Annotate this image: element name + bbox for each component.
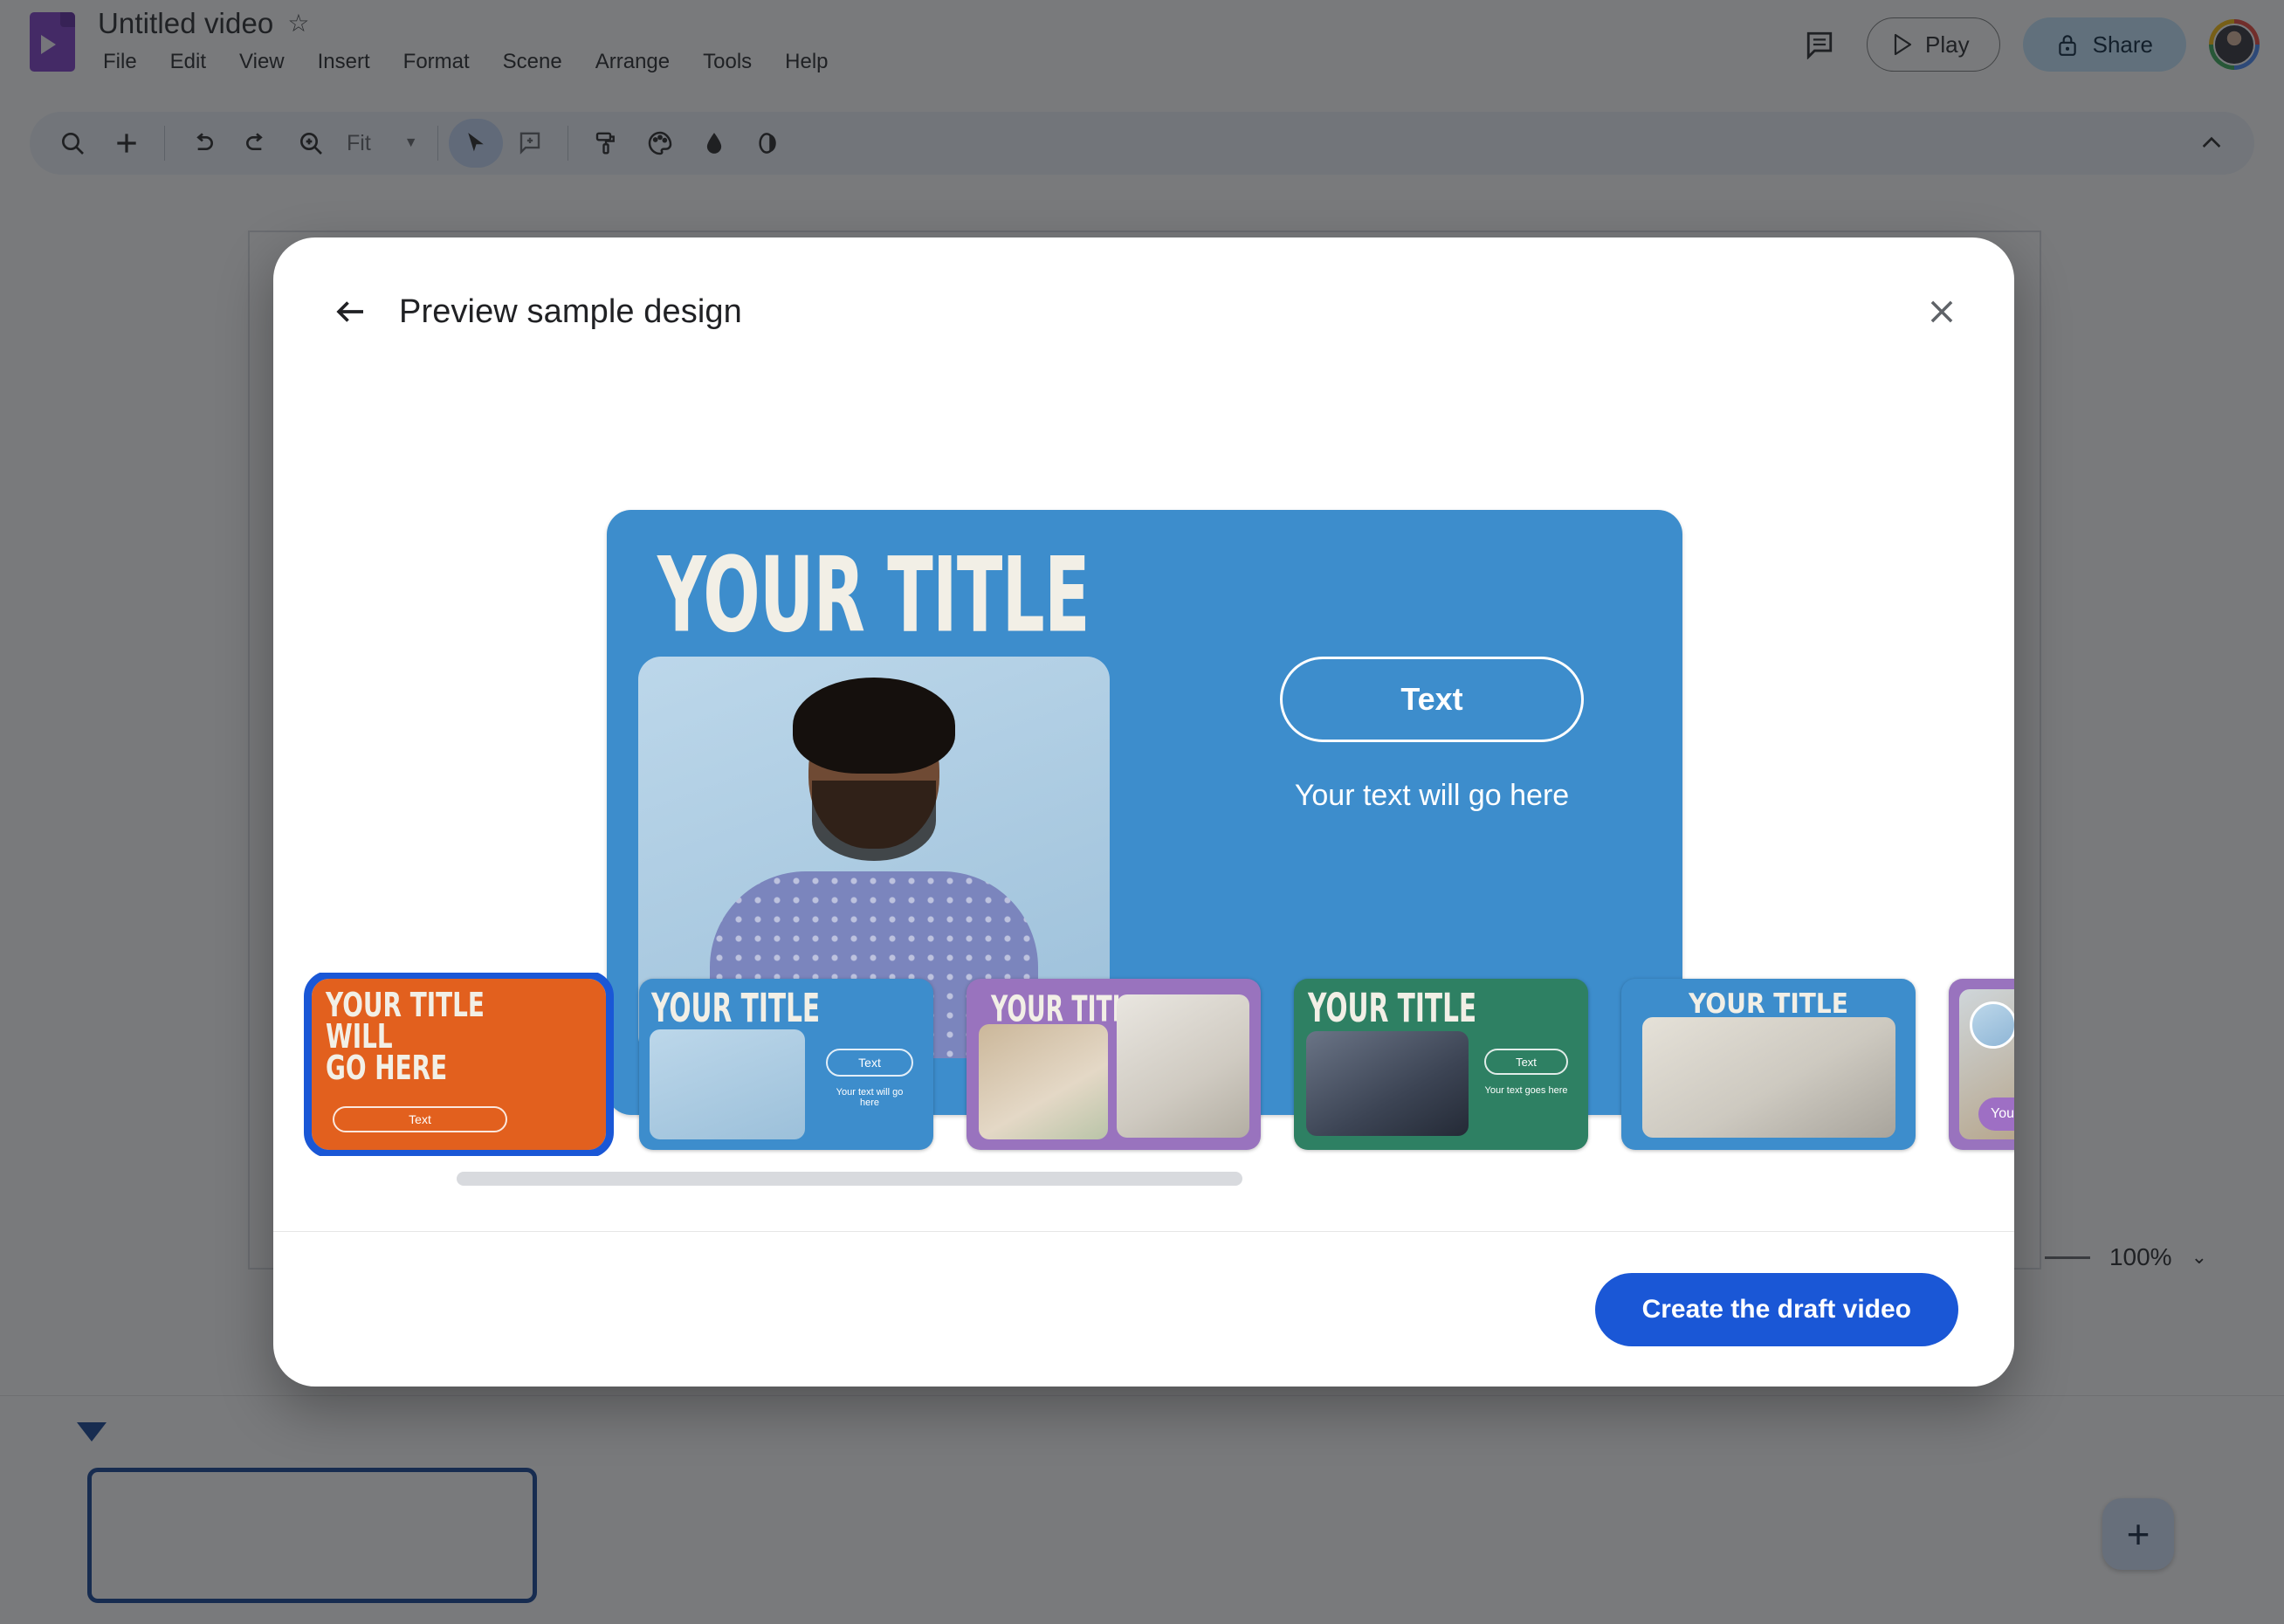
thumbnail-photo bbox=[650, 1029, 805, 1139]
thumbnail-text-pill: Text bbox=[1484, 1049, 1568, 1075]
arrow-back-icon[interactable] bbox=[327, 288, 375, 335]
thumbnail-blue-office[interactable]: YOUR TITLE bbox=[1621, 979, 1916, 1150]
thumbnail-photo-right bbox=[1117, 994, 1249, 1138]
thumbnail-subtext: Your text goes here bbox=[1484, 1085, 1568, 1096]
thumbnail-subtext: Your text will go here bbox=[836, 1087, 904, 1108]
thumbnail-purple-caption[interactable]: Your text goes here bbox=[1949, 979, 2014, 1150]
thumbnail-text-pill: Text bbox=[333, 1106, 507, 1132]
thumbnail-title: YOUR TITLE WILL GO HERE bbox=[326, 986, 485, 1088]
preview-title: YOUR TITLE bbox=[657, 534, 1090, 657]
preview-subtext: Your text will go here bbox=[1294, 779, 1570, 812]
preview-text-column: Text Your text will go here bbox=[1209, 657, 1655, 813]
preview-sample-design-dialog: Preview sample design YOUR TITLE Text Yo… bbox=[273, 237, 2014, 1387]
thumbnail-green-portrait[interactable]: YOUR TITLE Text Your text goes here bbox=[1294, 979, 1588, 1150]
thumbnail-photo bbox=[1642, 1017, 1895, 1138]
create-draft-video-button[interactable]: Create the draft video bbox=[1594, 1272, 1958, 1346]
design-thumbnail-strip[interactable]: YOUR TITLE WILL GO HERE Text YOUR TITLE … bbox=[294, 973, 2014, 1156]
thumbnail-text-pill: Text bbox=[826, 1049, 913, 1077]
thumbnail-avatar-badge bbox=[1970, 1001, 2014, 1049]
close-icon[interactable] bbox=[1918, 288, 1965, 335]
dialog-footer: Create the draft video bbox=[273, 1231, 2014, 1387]
thumbnail-photo-left bbox=[979, 1024, 1108, 1139]
dialog-header: Preview sample design bbox=[273, 237, 2014, 335]
scrollbar-thumb[interactable] bbox=[457, 1172, 1242, 1186]
thumbnail-purple-duo[interactable]: YOUR TITLE bbox=[967, 979, 1261, 1150]
thumbnail-caption: Your text goes here bbox=[1978, 1098, 2014, 1131]
thumbnail-title: YOUR TITLE bbox=[1689, 987, 1848, 1020]
dialog-body: YOUR TITLE Text Your text will go here Y… bbox=[273, 335, 2014, 1231]
preview-text-pill: Text bbox=[1280, 657, 1584, 742]
thumbnail-blue-portrait[interactable]: YOUR TITLE Text Your text will go here bbox=[639, 979, 933, 1150]
dialog-title: Preview sample design bbox=[399, 292, 742, 330]
person-beard bbox=[812, 781, 936, 861]
thumbnail-orange-title[interactable]: YOUR TITLE WILL GO HERE Text bbox=[304, 973, 614, 1156]
thumbnail-title: YOUR TITLE bbox=[651, 986, 821, 1032]
thumbnail-scrollbar[interactable] bbox=[457, 1172, 2014, 1186]
thumbnail-title: YOUR TITLE bbox=[1308, 986, 1477, 1032]
thumbnail-photo bbox=[1306, 1031, 1469, 1136]
person-hair bbox=[793, 678, 955, 774]
